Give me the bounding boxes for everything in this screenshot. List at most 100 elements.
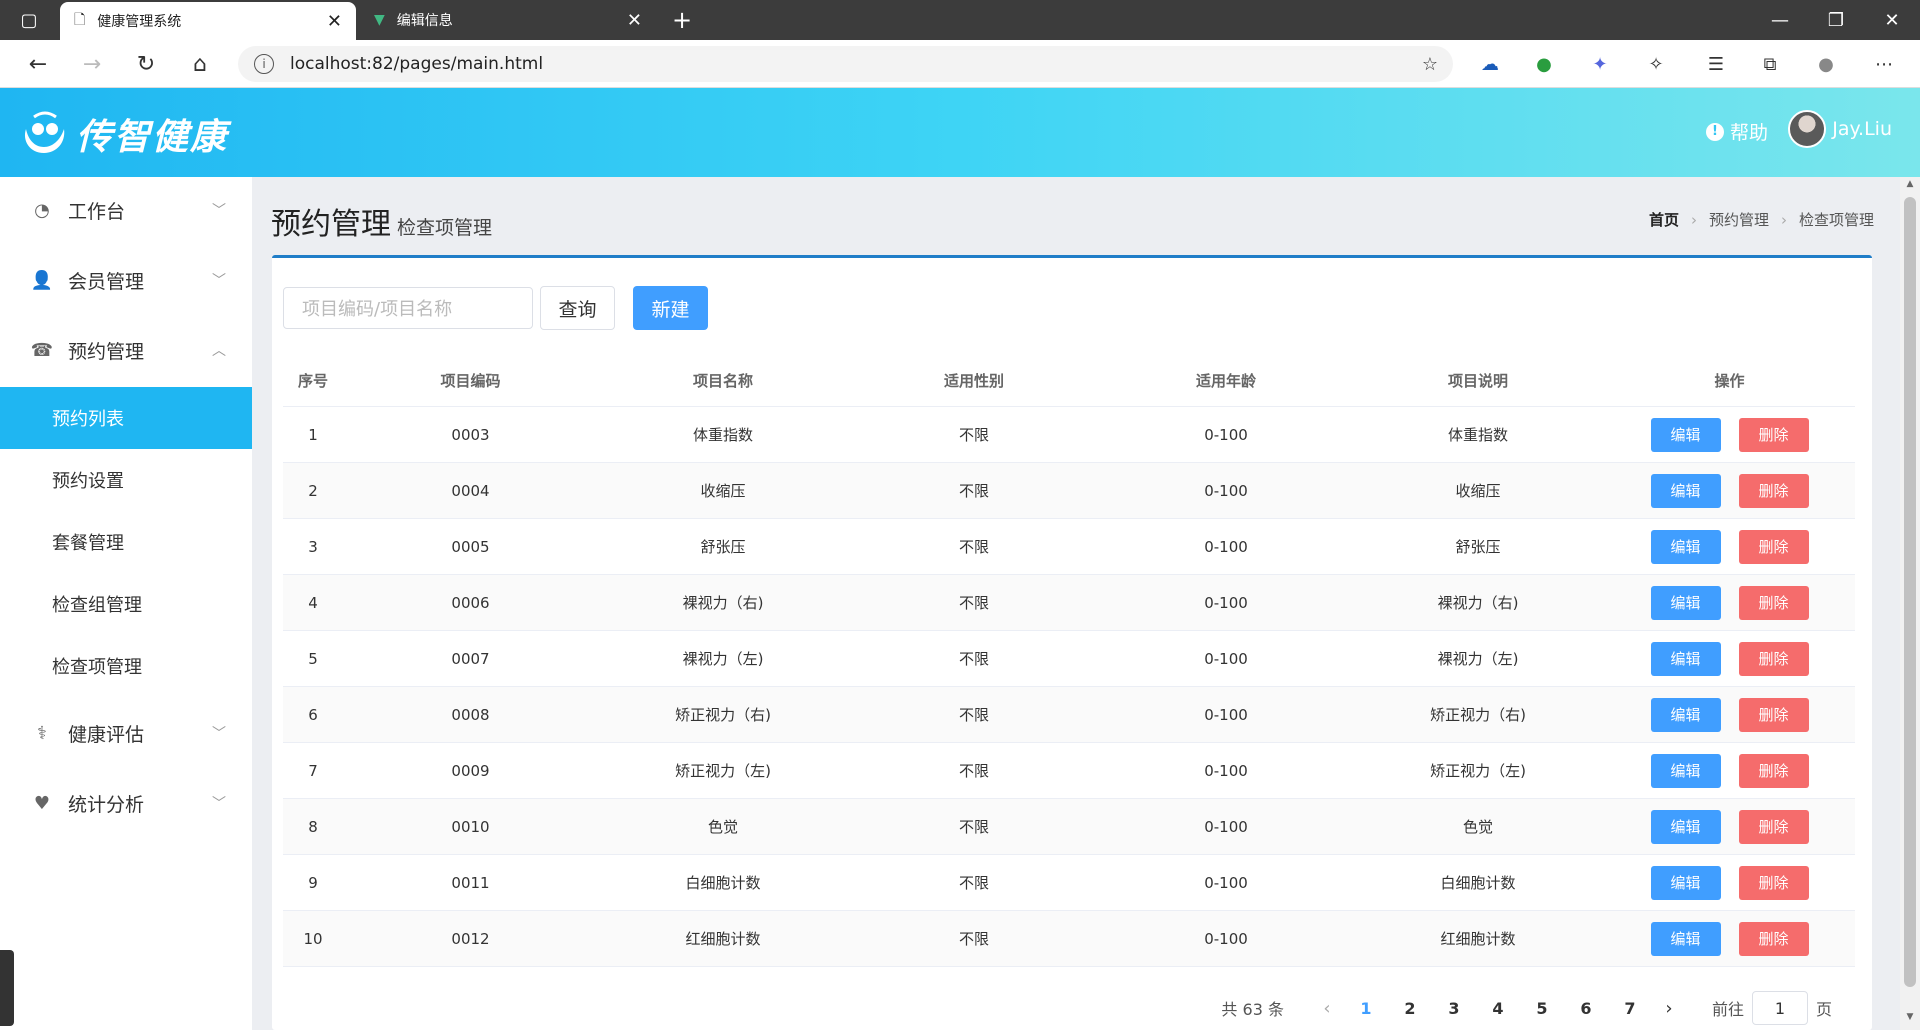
- download-extension-icon[interactable]: ☁: [1476, 50, 1504, 78]
- collections-icon[interactable]: ⧉: [1756, 50, 1784, 78]
- delete-button[interactable]: 删除: [1738, 921, 1809, 956]
- home-icon[interactable]: ⌂: [182, 46, 218, 82]
- table-cell: 0006: [451, 593, 490, 612]
- back-icon[interactable]: ←: [20, 46, 56, 82]
- goto-label: 前往: [1711, 1000, 1744, 1019]
- edit-button[interactable]: 编辑: [1650, 473, 1721, 508]
- table-cell: 0008: [451, 705, 490, 724]
- bird-extension-icon[interactable]: ✦: [1586, 50, 1614, 78]
- user-menu[interactable]: Jay.Liu: [1788, 110, 1892, 148]
- close-tab-icon[interactable]: ✕: [327, 11, 342, 32]
- breadcrumb-home[interactable]: 首页: [1649, 209, 1679, 230]
- query-button[interactable]: 查询: [540, 286, 615, 330]
- page-number[interactable]: 1: [1344, 999, 1388, 1018]
- table-cell: 不限: [958, 594, 989, 612]
- help-label: 帮助: [1729, 122, 1768, 144]
- delete-button[interactable]: 删除: [1738, 697, 1809, 732]
- scrollbar-thumb[interactable]: [1904, 197, 1916, 987]
- table-cell: 10: [303, 929, 323, 948]
- goto-page-input[interactable]: 1: [1751, 991, 1808, 1025]
- minimize-button[interactable]: —: [1752, 0, 1808, 40]
- sidebar-item-workbench[interactable]: ◔ 工作台 ﹀: [0, 177, 252, 243]
- more-icon[interactable]: ⋯: [1870, 50, 1898, 78]
- scroll-up-icon[interactable]: ▲: [1900, 179, 1920, 195]
- sidebar-subitem-appointment-list[interactable]: 预约列表: [0, 387, 252, 449]
- edit-button[interactable]: 编辑: [1650, 529, 1721, 564]
- sidebar-subitem-check-items[interactable]: 检查项管理: [0, 635, 252, 697]
- table-cell: 不限: [958, 762, 989, 780]
- delete-button[interactable]: 删除: [1738, 865, 1809, 900]
- table-cell: 0011: [451, 873, 490, 892]
- search-input[interactable]: 项目编码/项目名称: [283, 287, 533, 329]
- globe-extension-icon[interactable]: ●: [1530, 50, 1558, 78]
- edit-button[interactable]: 编辑: [1650, 865, 1721, 900]
- table-cell: 0007: [451, 649, 490, 668]
- edit-button[interactable]: 编辑: [1650, 641, 1721, 676]
- edit-button[interactable]: 编辑: [1650, 921, 1721, 956]
- table-cell: 6: [308, 705, 318, 724]
- content-panel: 项目编码/项目名称 查询 新建 序号 项目编码 项目名称 适用性别 适用年龄 项…: [272, 255, 1872, 1030]
- favorite-add-icon[interactable]: ☆: [1416, 50, 1444, 78]
- edit-button[interactable]: 编辑: [1650, 697, 1721, 732]
- delete-button[interactable]: 删除: [1738, 641, 1809, 676]
- table-cell: 裸视力（右): [1437, 594, 1519, 612]
- browser-tab-active[interactable]: 🗋 健康管理系统 ✕: [60, 2, 356, 40]
- edit-button[interactable]: 编辑: [1650, 809, 1721, 844]
- sidebar-item-appointments[interactable]: ☎ 预约管理 ︿: [0, 317, 252, 383]
- table-cell: 0-100: [1204, 761, 1248, 780]
- breadcrumb-item: 预约管理: [1708, 211, 1769, 229]
- profile-icon[interactable]: ●: [1812, 50, 1840, 78]
- page-number[interactable]: 5: [1520, 999, 1564, 1018]
- info-icon[interactable]: i: [254, 54, 274, 74]
- chevron-down-icon: ﹀: [212, 273, 226, 289]
- sidebar-subitem-check-groups[interactable]: 检查组管理: [0, 573, 252, 635]
- column-header: 适用性别: [943, 372, 1004, 390]
- favorites-icon[interactable]: ☰: [1702, 50, 1730, 78]
- sidebar-subitem-appointment-settings[interactable]: 预约设置: [0, 449, 252, 511]
- sidebar-item-health-assessment[interactable]: ⚕ 健康评估 ﹀: [0, 700, 252, 766]
- table-cell: 0-100: [1204, 593, 1248, 612]
- delete-button[interactable]: 删除: [1738, 417, 1809, 452]
- edit-button[interactable]: 编辑: [1650, 753, 1721, 788]
- url-text: localhost:82/pages/main.html: [290, 54, 544, 74]
- new-button[interactable]: 新建: [633, 286, 708, 330]
- page-number[interactable]: 2: [1388, 999, 1432, 1018]
- table-row: 5 0007 裸视力（左) 不限 0-100 裸视力（左) 编辑 删除: [283, 631, 1855, 687]
- next-page-icon[interactable]: ›: [1652, 998, 1686, 1019]
- prev-page-icon[interactable]: ‹: [1310, 998, 1344, 1019]
- url-field[interactable]: i localhost:82/pages/main.html: [238, 46, 1453, 82]
- tab-actions-icon[interactable]: ▢: [4, 0, 54, 40]
- sidebar-item-statistics[interactable]: ♥ 统计分析 ﹀: [0, 770, 252, 836]
- delete-button[interactable]: 删除: [1738, 585, 1809, 620]
- table-cell: 0005: [451, 537, 490, 556]
- restore-button[interactable]: ❐: [1808, 0, 1864, 40]
- page-number[interactable]: 6: [1564, 999, 1608, 1018]
- page-number[interactable]: 3: [1432, 999, 1476, 1018]
- delete-button[interactable]: 删除: [1738, 529, 1809, 564]
- close-window-button[interactable]: ✕: [1864, 0, 1920, 40]
- sidebar-subitem-packages[interactable]: 套餐管理: [0, 511, 252, 573]
- table-cell: 色觉: [707, 818, 738, 836]
- page-number[interactable]: 4: [1476, 999, 1520, 1018]
- refresh-icon[interactable]: ↻: [128, 46, 164, 82]
- help-link[interactable]: ! 帮助: [1705, 118, 1768, 145]
- delete-button[interactable]: 删除: [1738, 473, 1809, 508]
- scrollbar[interactable]: ▲ ▼: [1900, 177, 1920, 1030]
- sidebar-item-members[interactable]: 👤 会员管理 ﹀: [0, 247, 252, 313]
- table-cell: 不限: [958, 538, 989, 556]
- new-tab-button[interactable]: +: [662, 0, 702, 40]
- page-number[interactable]: 7: [1608, 999, 1652, 1018]
- forward-icon[interactable]: →: [74, 46, 110, 82]
- table-cell: 不限: [958, 818, 989, 836]
- delete-button[interactable]: 删除: [1738, 809, 1809, 844]
- delete-button[interactable]: 删除: [1738, 753, 1809, 788]
- close-tab-icon[interactable]: ✕: [627, 10, 642, 31]
- edit-button[interactable]: 编辑: [1650, 585, 1721, 620]
- logo[interactable]: 传智健康: [20, 108, 228, 160]
- extensions-icon[interactable]: ✧: [1642, 50, 1670, 78]
- table-cell: 0-100: [1204, 537, 1248, 556]
- edit-button[interactable]: 编辑: [1650, 417, 1721, 452]
- browser-tab-inactive[interactable]: ▼ 编辑信息 ✕: [360, 0, 656, 40]
- scroll-down-icon[interactable]: ▼: [1900, 1012, 1920, 1028]
- sidebar-item-label: 健康评估: [68, 723, 145, 746]
